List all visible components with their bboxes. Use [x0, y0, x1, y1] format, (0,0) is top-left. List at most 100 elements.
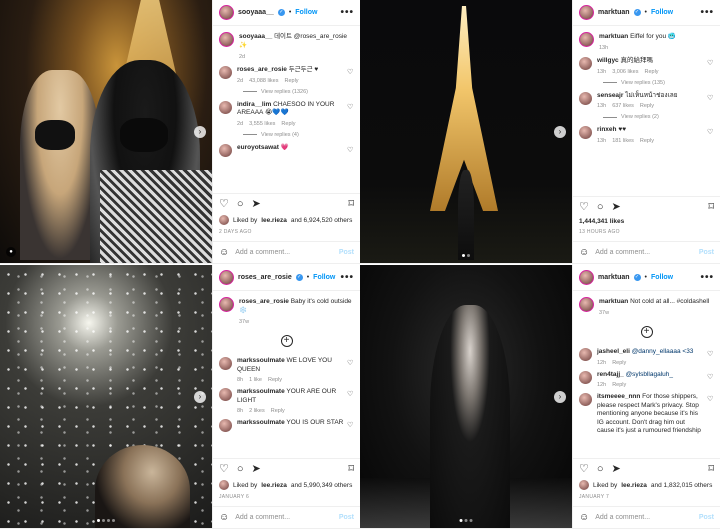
comments-list[interactable]: marktuan Not cold at all... #coldashell …	[573, 291, 720, 458]
save-icon[interactable]: ⌑	[348, 199, 354, 210]
comment-likes[interactable]: 3,006 likes	[612, 69, 638, 75]
comment-input[interactable]: Add a comment...	[235, 514, 333, 521]
like-comment-icon[interactable]: ♡	[707, 351, 714, 358]
reply-button[interactable]: Reply	[268, 377, 282, 383]
like-icon[interactable]: ♡	[219, 199, 229, 210]
comment-user[interactable]: jasheel_eli	[597, 348, 630, 355]
like-comment-icon[interactable]: ♡	[347, 69, 354, 76]
avatar[interactable]	[579, 5, 594, 20]
share-icon[interactable]: ➤	[252, 199, 261, 210]
more-options-icon[interactable]: •••	[700, 7, 714, 18]
comment-user[interactable]: itsmeeee_nnn	[597, 393, 640, 400]
post-username[interactable]: marktuan	[598, 274, 630, 281]
like-comment-icon[interactable]: ♡	[707, 60, 714, 67]
like-comment-icon[interactable]: ♡	[707, 396, 714, 403]
share-icon[interactable]: ➤	[252, 464, 261, 475]
avatar[interactable]	[579, 126, 592, 139]
comments-list[interactable]: marktuan Eiffel for you 🥶 13h willgyc 真的…	[573, 26, 720, 196]
avatar[interactable]	[219, 143, 232, 157]
follow-button[interactable]: Follow	[313, 274, 335, 281]
comment-input[interactable]: Add a comment...	[235, 249, 333, 256]
comment-input[interactable]: Add a comment...	[595, 249, 693, 256]
emoji-icon[interactable]: ☺	[219, 247, 229, 258]
view-replies[interactable]: View replies (1326)	[243, 89, 354, 95]
view-replies[interactable]: View replies (2)	[603, 114, 714, 120]
avatar[interactable]	[219, 32, 234, 47]
save-icon[interactable]: ⌑	[708, 464, 714, 475]
follow-button[interactable]: Follow	[651, 9, 673, 16]
load-more-comments[interactable]: +	[219, 335, 354, 347]
view-replies[interactable]: View replies (135)	[603, 80, 714, 86]
post-photo[interactable]: ›	[360, 0, 572, 263]
reply-button[interactable]: Reply	[284, 78, 298, 84]
comment-user[interactable]: ren4tajj_	[597, 371, 624, 378]
post-photo[interactable]: ›	[360, 265, 572, 528]
caption-user[interactable]: sooyaaa__	[239, 33, 272, 40]
comment-input[interactable]: Add a comment...	[595, 514, 693, 521]
reply-button[interactable]: Reply	[612, 360, 626, 366]
like-comment-icon[interactable]: ♡	[707, 374, 714, 381]
more-options-icon[interactable]: •••	[340, 272, 354, 283]
comment-icon[interactable]: ○	[597, 464, 604, 475]
comment-icon[interactable]: ○	[237, 199, 244, 210]
comment-user[interactable]: indira__lim	[237, 101, 271, 108]
liked-by-count[interactable]: and 5,990,349 others	[291, 482, 352, 489]
avatar[interactable]	[219, 388, 232, 401]
comment-text[interactable]: @sylsbllagaluh_	[626, 371, 673, 378]
post-username[interactable]: sooyaaa__	[238, 9, 274, 16]
avatar[interactable]	[219, 480, 229, 490]
avatar[interactable]	[579, 480, 589, 490]
post-comment-button[interactable]: Post	[699, 514, 714, 521]
avatar[interactable]	[579, 91, 592, 105]
next-photo-icon[interactable]: ›	[554, 125, 566, 138]
reply-button[interactable]: Reply	[612, 382, 626, 388]
comment-user[interactable]: markssoulmate	[237, 419, 285, 426]
like-comment-icon[interactable]: ♡	[707, 129, 714, 136]
avatar[interactable]	[219, 66, 232, 79]
avatar[interactable]	[579, 270, 594, 285]
reply-button[interactable]: Reply	[281, 121, 295, 127]
share-icon[interactable]: ➤	[612, 464, 621, 475]
avatar[interactable]	[579, 57, 592, 70]
avatar[interactable]	[219, 419, 232, 432]
like-icon[interactable]: ♡	[579, 464, 589, 475]
comment-user[interactable]: willgyc	[597, 57, 619, 64]
comment-text[interactable]: @danny_ellaaaa <33	[632, 348, 694, 355]
emoji-icon[interactable]: ☺	[579, 247, 589, 258]
more-options-icon[interactable]: •••	[700, 272, 714, 283]
avatar[interactable]	[579, 297, 594, 312]
caption-user[interactable]: marktuan	[599, 33, 628, 40]
load-more-comments[interactable]: +	[579, 326, 714, 338]
reply-button[interactable]: Reply	[640, 103, 654, 109]
follow-button[interactable]: Follow	[295, 9, 317, 16]
next-photo-icon[interactable]: ›	[194, 125, 206, 138]
reply-button[interactable]: Reply	[644, 69, 658, 75]
avatar[interactable]	[219, 5, 234, 20]
likes-count[interactable]: 1,444,341 likes	[573, 218, 720, 225]
post-username[interactable]: marktuan	[598, 9, 630, 16]
follow-button[interactable]: Follow	[651, 274, 673, 281]
comments-list[interactable]: roses_are_rosie Baby it's cold outside ❄…	[213, 291, 360, 458]
comment-user[interactable]: euroyotsawat	[237, 144, 279, 151]
caption-user[interactable]: roses_are_rosie	[239, 298, 289, 305]
avatar[interactable]	[219, 215, 229, 225]
liked-by-user[interactable]: lee.rieza	[261, 217, 287, 224]
save-icon[interactable]: ⌑	[708, 202, 714, 213]
like-comment-icon[interactable]: ♡	[707, 95, 714, 102]
avatar[interactable]	[219, 100, 232, 114]
comment-icon[interactable]: ○	[597, 202, 604, 213]
post-comment-button[interactable]: Post	[699, 249, 714, 256]
emoji-icon[interactable]: ☺	[579, 512, 589, 523]
avatar[interactable]	[579, 393, 592, 406]
next-photo-icon[interactable]: ›	[554, 390, 566, 403]
reply-button[interactable]: Reply	[640, 138, 654, 144]
reply-button[interactable]: Reply	[271, 408, 285, 414]
liked-by-user[interactable]: lee.rieza	[621, 482, 647, 489]
like-comment-icon[interactable]: ♡	[347, 391, 354, 398]
comment-likes[interactable]: 637 likes	[612, 103, 634, 109]
avatar[interactable]	[579, 370, 592, 384]
user-tag-icon[interactable]: ●	[6, 247, 16, 257]
comment-likes[interactable]: 3,555 likes	[249, 121, 275, 127]
comment-likes[interactable]: 1 like	[249, 377, 262, 383]
liked-by-user[interactable]: lee.rieza	[261, 482, 287, 489]
